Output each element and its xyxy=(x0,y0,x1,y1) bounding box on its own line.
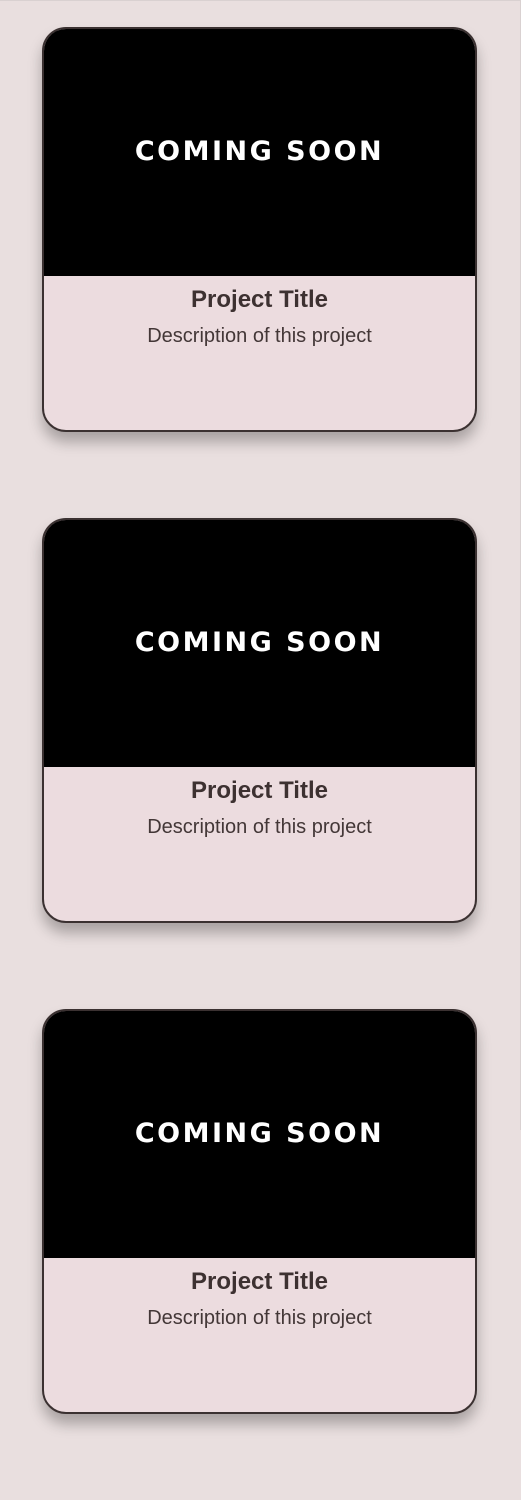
project-title: Project Title xyxy=(191,286,328,313)
project-card-body: Project Title Description of this projec… xyxy=(44,276,475,348)
coming-soon-label: COMING SOON xyxy=(134,1118,385,1149)
project-image-placeholder: COMING SOON xyxy=(44,1011,475,1258)
project-title: Project Title xyxy=(191,777,328,804)
project-card-body: Project Title Description of this projec… xyxy=(44,1258,475,1330)
project-image-placeholder: COMING SOON xyxy=(44,29,475,276)
project-description: Description of this project xyxy=(147,816,372,838)
project-card-body: Project Title Description of this projec… xyxy=(44,767,475,839)
project-title: Project Title xyxy=(191,1268,328,1295)
coming-soon-label: COMING SOON xyxy=(134,627,385,658)
top-divider xyxy=(0,0,521,1)
project-card[interactable]: COMING SOON Project Title Description of… xyxy=(42,1009,477,1414)
project-card[interactable]: COMING SOON Project Title Description of… xyxy=(42,27,477,432)
project-card[interactable]: COMING SOON Project Title Description of… xyxy=(42,518,477,923)
coming-soon-label: COMING SOON xyxy=(134,136,385,167)
project-description: Description of this project xyxy=(147,1307,372,1329)
project-list: COMING SOON Project Title Description of… xyxy=(42,27,477,1500)
project-description: Description of this project xyxy=(147,325,372,347)
project-image-placeholder: COMING SOON xyxy=(44,520,475,767)
